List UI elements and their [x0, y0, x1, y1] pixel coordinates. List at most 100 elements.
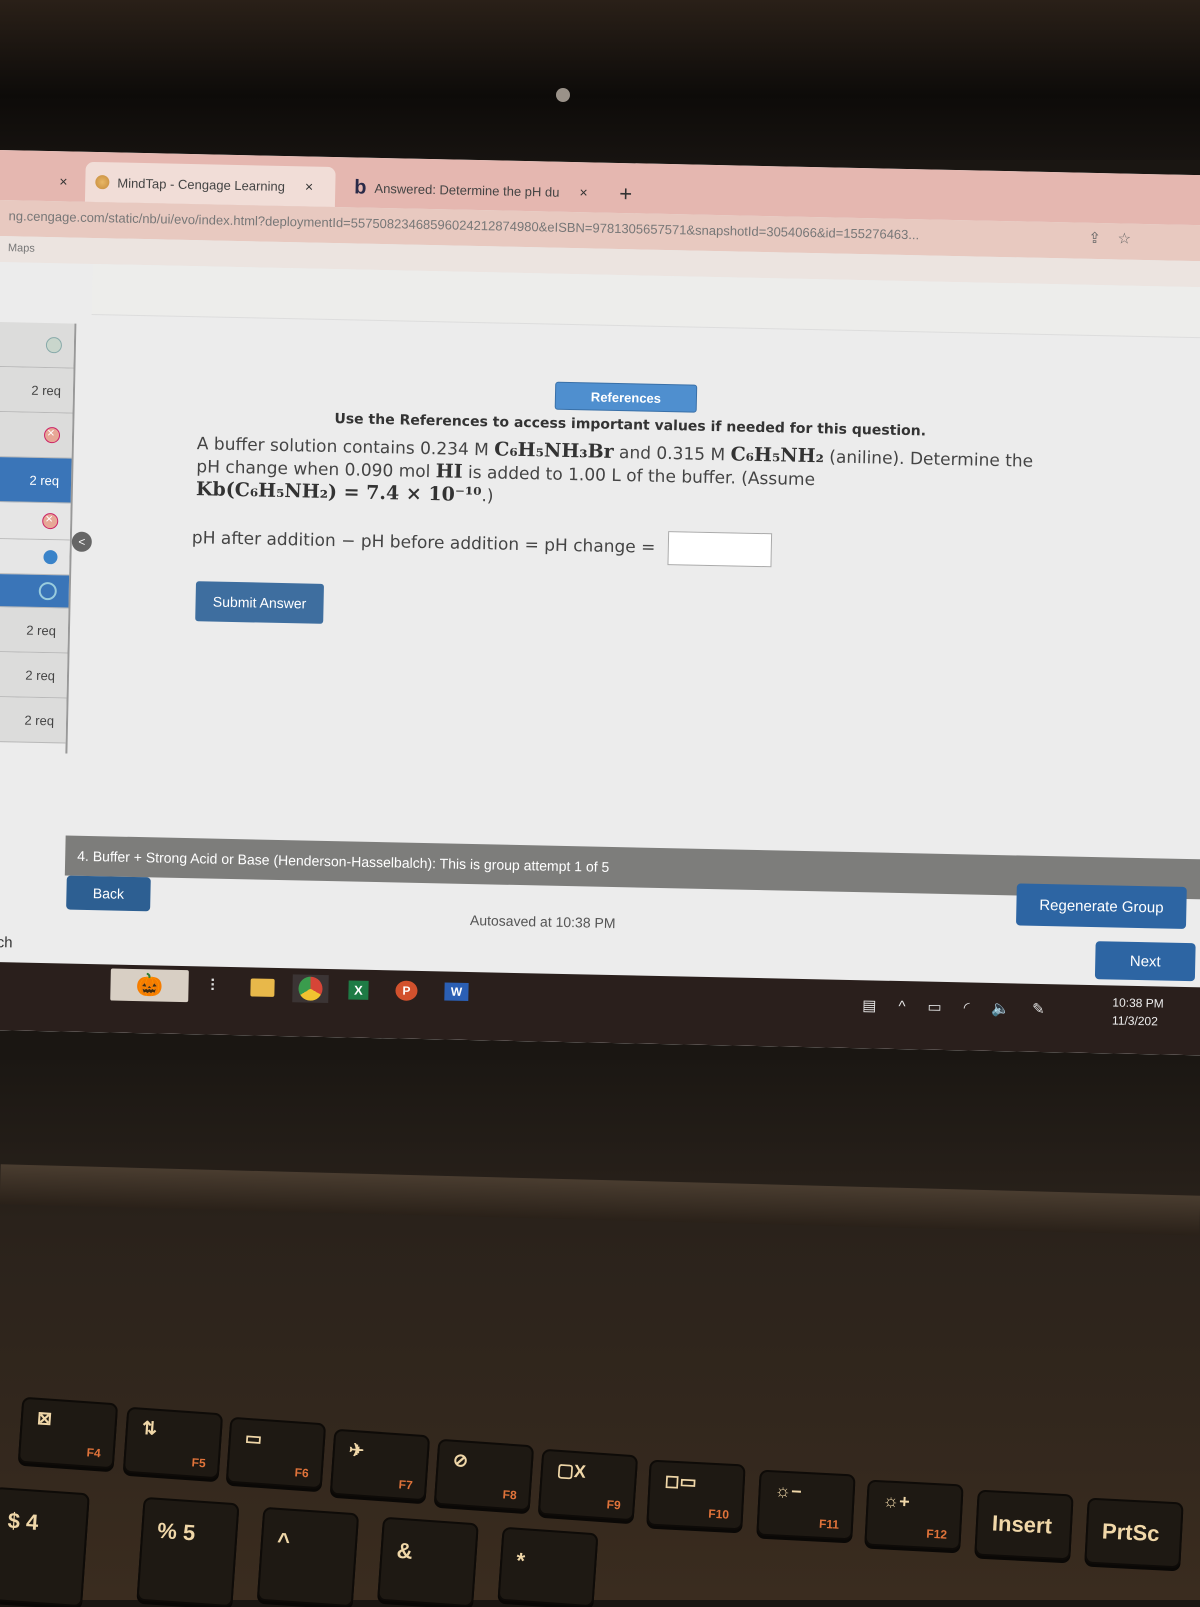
strong-acid-formula: HI — [435, 460, 463, 483]
task-view-icon[interactable]: ⫶ — [194, 972, 231, 1001]
current-status-icon — [38, 581, 57, 601]
clock-date: 11/3/202 — [1111, 1013, 1158, 1029]
sidebar-item[interactable] — [0, 501, 71, 541]
powerpoint-icon[interactable]: P — [388, 976, 425, 1005]
question-text-part: is added to 1.00 L of the buffer. (Assum… — [462, 462, 816, 491]
base-formula: C₆H₅NH₂ — [730, 443, 825, 468]
requirement-label: 2 req — [26, 622, 57, 638]
sidebar-item[interactable]: 2 req — [0, 651, 68, 699]
volume-icon[interactable]: 🔈 — [991, 999, 1010, 1017]
key-glyph: ⊘ — [452, 1449, 469, 1471]
windows-taskbar: 🎃 ⫶ X P W ▤ ^ ▭ ◜ 🔈 ✎ 10:38 PM 11/3/202 — [0, 961, 1200, 1056]
key-fn-label: F7 — [398, 1477, 414, 1493]
key-6: ^ — [256, 1506, 360, 1607]
tab-title: MindTap - Cengage Learning — [117, 174, 286, 194]
key-fn-label: F9 — [606, 1497, 622, 1513]
sidebar-item[interactable] — [0, 321, 75, 369]
key-label: Insert — [991, 1510, 1053, 1539]
key-f4: ⊠ F4 — [17, 1396, 119, 1470]
laptop-screen: × MindTap - Cengage Learning × b Answere… — [0, 150, 1200, 1056]
sidebar-item-selected[interactable]: 2 req — [0, 456, 72, 504]
next-button[interactable]: Next — [1094, 941, 1196, 982]
sidebar-item[interactable]: 2 req — [0, 366, 74, 414]
group-title: 4. Buffer + Strong Acid or Base (Henders… — [77, 847, 610, 875]
key-insert: Insert — [974, 1489, 1074, 1561]
in-progress-status-icon — [43, 550, 58, 565]
references-note: Use the References to access important v… — [334, 411, 927, 440]
incorrect-status-icon — [42, 512, 59, 530]
news-icon[interactable]: ▤ — [862, 996, 877, 1014]
new-tab-button[interactable]: + — [619, 181, 632, 207]
key-glyph: ☼+ — [882, 1490, 911, 1512]
search-widget-illustration[interactable]: 🎃 — [110, 968, 189, 1003]
pen-icon[interactable]: ✎ — [1032, 1000, 1045, 1018]
question-text-part: A buffer solution contains 0.234 M — [196, 434, 495, 461]
ppt-letter: P — [395, 980, 418, 1001]
mindtap-favicon-icon — [95, 175, 110, 190]
sidebar-item[interactable] — [0, 411, 73, 459]
references-button[interactable]: References — [554, 381, 698, 413]
star-icon[interactable]: ☆ — [1117, 230, 1131, 247]
word-icon[interactable]: W — [438, 977, 475, 1006]
bartleby-favicon-icon: b — [354, 175, 367, 199]
wifi-icon[interactable]: ◜ — [963, 998, 969, 1016]
key-f6: ▭ F6 — [225, 1416, 327, 1490]
question-nav-sidebar: 2 req 2 req 2 req 2 req 2 req — [0, 321, 77, 754]
key-f7: ✈ F7 — [329, 1428, 431, 1502]
tab-title: Answered: Determine the pH du — [374, 180, 560, 200]
battery-icon[interactable]: ▭ — [927, 998, 942, 1016]
key-glyph: ⊠ — [36, 1407, 53, 1429]
key-glyph: ✈ — [348, 1439, 365, 1461]
key-fn-label: F12 — [925, 1526, 948, 1542]
key-fn-label: F5 — [191, 1455, 207, 1471]
key-glyph: ☼− — [774, 1480, 803, 1502]
kb-expression: Kb(C₆H₅NH₂) = 7.4 × 10⁻¹⁰ — [195, 478, 482, 507]
close-icon[interactable]: × — [579, 184, 588, 200]
key-label: * — [515, 1547, 526, 1574]
laptop-bezel — [0, 0, 1200, 160]
sidebar-item[interactable]: 2 req — [0, 606, 69, 654]
search-label-partial[interactable]: arch — [0, 934, 13, 952]
regenerate-group-button[interactable]: Regenerate Group — [1015, 883, 1187, 930]
excel-icon[interactable]: X — [340, 975, 377, 1004]
key-f9: ▢X F9 — [537, 1448, 639, 1522]
key-glyph: ◻▭ — [664, 1470, 698, 1493]
clock[interactable]: 10:38 PM 11/3/202 — [1112, 993, 1164, 1030]
key-fn-label: F10 — [707, 1506, 730, 1522]
key-label: $ 4 — [6, 1507, 40, 1535]
correct-status-icon — [45, 337, 63, 354]
tab-mindtap[interactable]: MindTap - Cengage Learning × — [84, 161, 336, 208]
answer-label: pH after addition − pH before addition =… — [191, 528, 656, 558]
sidebar-item-current[interactable] — [0, 573, 70, 609]
question-text-part: and 0.315 M — [613, 442, 731, 466]
back-button[interactable]: Back — [66, 875, 151, 912]
requirement-label: 2 req — [29, 472, 60, 488]
key-label: PrtSc — [1101, 1518, 1161, 1547]
key-fn-label: F6 — [294, 1465, 310, 1481]
bookmark-maps[interactable]: Maps — [8, 242, 35, 255]
close-icon[interactable]: × — [59, 173, 68, 189]
key-fn-label: F4 — [86, 1445, 102, 1461]
key-glyph: ▭ — [244, 1427, 263, 1449]
mindtap-page: 2 req 2 req 2 req 2 req 2 req < Referenc… — [0, 261, 1200, 1056]
share-icon[interactable]: ⇪ — [1088, 230, 1101, 247]
key-f11: ☼− F11 — [756, 1469, 856, 1541]
key-glyph: ⇅ — [141, 1417, 158, 1439]
key-5: % 5 — [136, 1496, 240, 1607]
key-7: & — [377, 1516, 479, 1607]
tab-bartleby[interactable]: b Answered: Determine the pH du × — [344, 167, 600, 212]
sidebar-item[interactable]: 2 req — [0, 696, 67, 744]
close-icon[interactable]: × — [305, 178, 314, 194]
file-explorer-icon[interactable] — [244, 973, 281, 1002]
acid-formula: C₆H₅NH₃Br — [494, 438, 614, 463]
sidebar-item[interactable] — [0, 538, 70, 576]
excel-letter: X — [347, 979, 370, 1000]
question-text: A buffer solution contains 0.234 M C₆H₅N… — [196, 432, 1047, 519]
tab-previous[interactable]: × — [39, 161, 80, 202]
ph-change-input[interactable] — [667, 531, 772, 568]
key-f12: ☼+ F12 — [864, 1479, 964, 1551]
submit-answer-button[interactable]: Submit Answer — [195, 581, 324, 624]
chrome-icon[interactable] — [292, 974, 329, 1004]
system-tray: ▤ ^ ▭ ◜ 🔈 ✎ — [862, 996, 1045, 1018]
chevron-up-icon[interactable]: ^ — [898, 998, 905, 1015]
